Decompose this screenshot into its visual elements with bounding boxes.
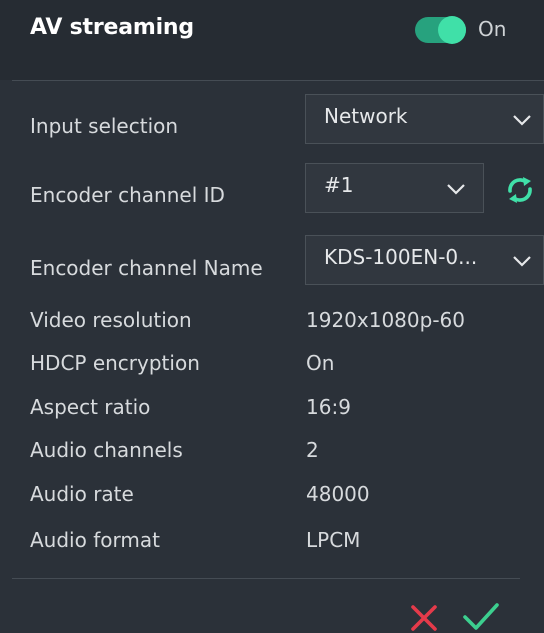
- info-value: 2: [306, 438, 319, 462]
- info-value: LPCM: [306, 528, 361, 552]
- check-icon[interactable]: [462, 600, 500, 633]
- encoder-channel-id-select[interactable]: #1: [305, 163, 484, 213]
- panel-title: AV streaming: [30, 15, 194, 40]
- info-label: Aspect ratio: [30, 395, 151, 419]
- info-label: Audio rate: [30, 482, 134, 506]
- encoder-channel-name-value: KDS-100EN-0...: [324, 245, 478, 269]
- info-value: 48000: [306, 482, 370, 506]
- info-value: On: [306, 351, 335, 375]
- info-value: 16:9: [306, 395, 351, 419]
- refresh-icon[interactable]: [504, 174, 536, 206]
- toggle-knob: [438, 16, 466, 44]
- info-label: Audio channels: [30, 438, 183, 462]
- header-divider: [12, 80, 544, 81]
- av-streaming-toggle[interactable]: [415, 16, 466, 44]
- encoder-channel-id-label: Encoder channel ID: [30, 183, 225, 207]
- av-streaming-panel: AV streaming On Input selection Network …: [0, 0, 544, 633]
- input-selection-label: Input selection: [30, 114, 179, 138]
- encoder-channel-id-value: #1: [324, 173, 354, 197]
- info-label: Video resolution: [30, 308, 192, 332]
- close-icon[interactable]: [409, 603, 439, 633]
- encoder-channel-name-select[interactable]: KDS-100EN-0...: [305, 235, 544, 285]
- toggle-state-label: On: [478, 17, 507, 41]
- input-selection-value: Network: [324, 104, 408, 128]
- info-label: Audio format: [30, 528, 160, 552]
- input-selection-select[interactable]: Network: [305, 94, 544, 144]
- chevron-down-icon: [513, 115, 531, 126]
- encoder-channel-name-label: Encoder channel Name: [30, 256, 263, 280]
- chevron-down-icon: [513, 256, 531, 267]
- panel-header: AV streaming On: [0, 0, 544, 80]
- info-value: 1920x1080p-60: [306, 308, 465, 332]
- footer-divider: [12, 578, 520, 579]
- info-label: HDCP encryption: [30, 351, 200, 375]
- chevron-down-icon: [447, 184, 465, 195]
